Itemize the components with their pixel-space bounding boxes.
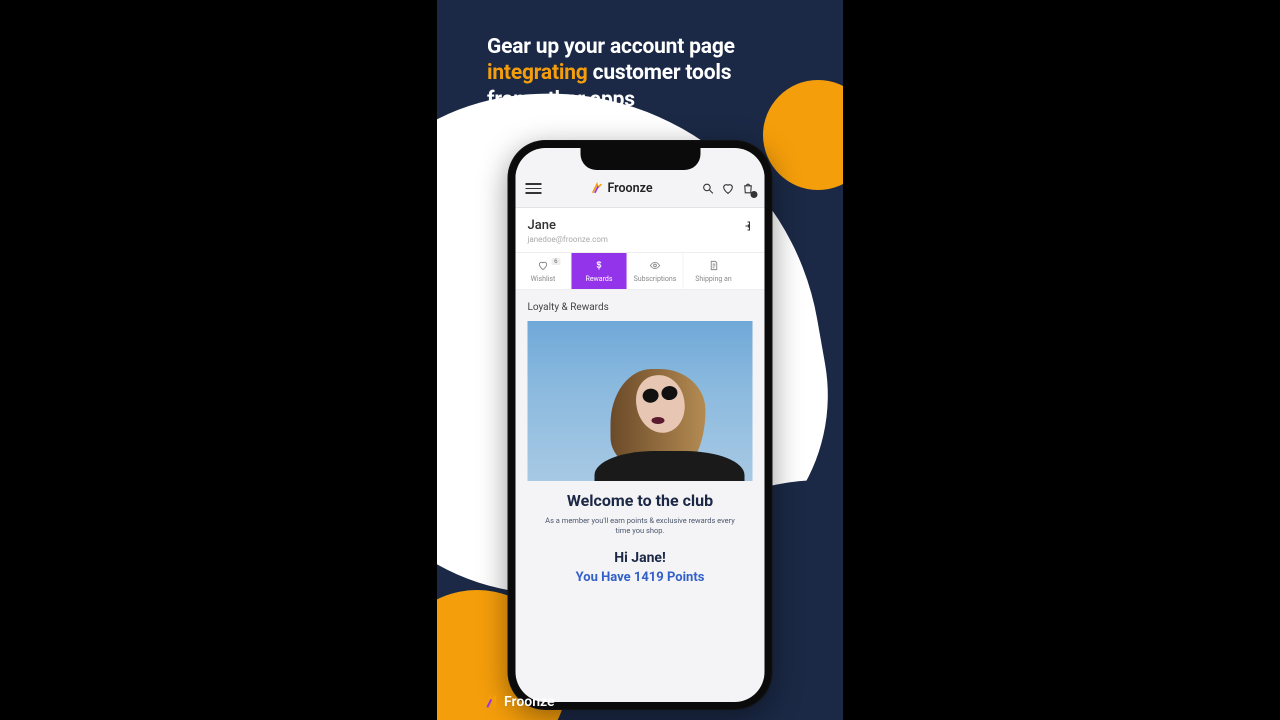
bg-circle-top xyxy=(763,80,843,190)
heart-icon xyxy=(538,260,549,271)
welcome-block: Welcome to the club As a member you'll e… xyxy=(516,481,765,536)
app-brand-text: Froonze xyxy=(607,181,652,196)
bag-icon[interactable] xyxy=(742,182,755,195)
logout-icon[interactable] xyxy=(741,220,753,232)
app-brand: Froonze xyxy=(590,181,652,196)
menu-icon[interactable] xyxy=(526,183,542,194)
eye-icon xyxy=(650,260,661,271)
tab-label: Shipping an xyxy=(695,275,731,283)
welcome-subtitle: As a member you'll earn points & exclusi… xyxy=(534,516,747,536)
headline: Gear up your account page integrating cu… xyxy=(487,34,735,113)
dollar-icon xyxy=(594,260,605,271)
brand-footer: Froonze xyxy=(482,694,555,710)
phone-frame: Froonze Jane xyxy=(508,140,773,710)
app-bar: Froonze xyxy=(516,170,765,208)
phone-notch xyxy=(580,148,700,170)
tab-rewards[interactable]: Rewards xyxy=(572,253,628,289)
headline-line2-rest: customer tools xyxy=(588,61,732,85)
tab-label: Wishlist xyxy=(531,275,556,283)
headline-line3: from other apps xyxy=(487,87,735,113)
tab-label: Subscriptions xyxy=(634,275,677,283)
bag-badge xyxy=(751,191,758,198)
greeting: Hi Jane! xyxy=(516,550,765,566)
brand-footer-text: Froonze xyxy=(504,694,555,710)
user-header: Jane janedoe@froonze.com xyxy=(516,208,765,253)
person-illustration xyxy=(585,341,735,481)
search-icon[interactable] xyxy=(702,182,715,195)
logo-icon xyxy=(482,694,498,710)
tab-wishlist[interactable]: Wishlist 6 xyxy=(516,253,572,289)
document-icon xyxy=(708,260,719,271)
headline-accent: integrating xyxy=(487,61,588,85)
phone-screen: Froonze Jane xyxy=(516,148,765,702)
tab-label: Rewards xyxy=(586,275,613,283)
section-title: Loyalty & Rewards xyxy=(516,290,765,321)
app-bar-icons xyxy=(702,182,755,195)
hero-image xyxy=(528,321,753,481)
account-tabs: Wishlist 6 Rewards Subscriptions xyxy=(516,253,765,290)
heart-icon[interactable] xyxy=(722,182,735,195)
welcome-title: Welcome to the club xyxy=(534,491,747,511)
user-email: janedoe@froonze.com xyxy=(528,235,608,244)
points-line: You Have 1419 Points xyxy=(516,570,765,585)
headline-line1: Gear up your account page xyxy=(487,34,735,60)
logo-icon xyxy=(590,182,603,195)
tab-subscriptions[interactable]: Subscriptions xyxy=(628,253,684,289)
tab-badge: 6 xyxy=(551,258,560,265)
user-name: Jane xyxy=(528,218,608,233)
tab-shipping[interactable]: Shipping an xyxy=(684,253,744,289)
promo-stage: Gear up your account page integrating cu… xyxy=(437,0,843,720)
